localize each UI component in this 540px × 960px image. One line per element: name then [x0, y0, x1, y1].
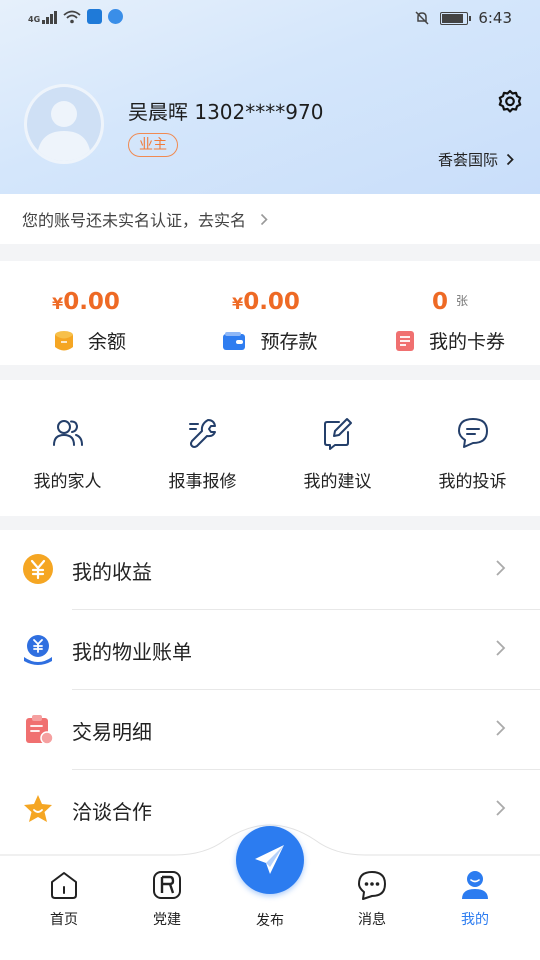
bill-icon [24, 635, 52, 665]
tab-label: 我的 [461, 912, 489, 928]
asset-label: 我的卡券 [428, 331, 505, 353]
avatar[interactable] [24, 84, 104, 164]
menu-item-label: 我的收益 [72, 560, 152, 584]
chevron-right-icon [260, 213, 268, 225]
asset-amount: 0.00 [63, 289, 120, 315]
quick-actions: 我的家人 报事报修 我的建议 我的投诉 [0, 380, 540, 516]
asset-prepaid[interactable]: ¥0.00 预存款 [180, 261, 360, 365]
send-icon [255, 845, 284, 874]
asset-coupons[interactable]: 0张 我的卡券 [360, 261, 540, 365]
asset-label: 余额 [87, 331, 126, 353]
asset-value: ¥0.00 [232, 289, 300, 315]
mute-bell-icon [415, 11, 429, 25]
status-bar: 4G 6:43 [0, 0, 540, 36]
asset-label-row: 我的卡券 [360, 327, 540, 354]
complaint-icon [457, 418, 488, 448]
home-icon [51, 872, 77, 899]
user-icon [462, 871, 488, 899]
signal-icon: 4G [28, 10, 57, 24]
asset-label: 预存款 [260, 331, 318, 353]
tab-messages[interactable]: 消息 [322, 855, 422, 960]
asset-balance[interactable]: ¥0.00 余额 [0, 261, 180, 365]
quick-action-complaint[interactable]: 我的投诉 [405, 380, 540, 516]
publish-label: 发布 [256, 913, 284, 929]
tab-mine[interactable]: 我的 [425, 855, 525, 960]
suggestion-icon [323, 418, 352, 450]
yen-icon [23, 554, 53, 584]
quick-action-repair[interactable]: 报事报修 [135, 380, 270, 516]
quick-action-family[interactable]: 我的家人 [0, 380, 135, 516]
tab-home[interactable]: 首页 [14, 855, 114, 960]
chevron-right-icon [496, 720, 506, 736]
coin-icon [54, 330, 73, 350]
status-right: 6:43 [414, 9, 512, 27]
menu-item-earnings[interactable]: 我的收益 [0, 530, 540, 610]
role-badge: 业主 [128, 133, 178, 157]
asset-value: ¥0.00 [52, 289, 120, 315]
asset-summary: ¥0.00 余额 ¥0.00 预存款 0张 我的卡券 [0, 261, 540, 365]
asset-unit: 张 [456, 294, 469, 308]
quick-action-label: 报事报修 [168, 472, 237, 492]
menu-item-property-bill[interactable]: 我的物业账单 [0, 610, 540, 690]
asset-amount: 0.00 [243, 289, 300, 315]
repair-icon [188, 419, 216, 448]
user-placeholder-icon [27, 87, 101, 161]
family-icon [52, 420, 83, 446]
community-name: 香荟国际 [437, 151, 498, 169]
wallet-icon [223, 331, 246, 350]
quick-action-label: 我的投诉 [438, 472, 507, 492]
tab-label: 党建 [153, 912, 181, 928]
app-notification-icon [86, 9, 102, 24]
status-left: 4G [28, 9, 123, 24]
tab-party[interactable]: 党建 [117, 855, 217, 960]
publish-button[interactable] [236, 826, 304, 894]
wifi-icon [63, 10, 81, 23]
quick-action-label: 我的建议 [303, 472, 372, 492]
browser-notification-icon [107, 9, 123, 24]
community-selector[interactable]: 香荟国际 [438, 149, 514, 170]
menu-item-transactions[interactable]: 交易明细 [0, 690, 540, 770]
menu-item-label: 我的物业账单 [72, 640, 192, 664]
menu-item-label: 交易明细 [72, 720, 152, 744]
chevron-right-icon [496, 560, 506, 576]
tab-label: 首页 [50, 912, 78, 928]
quick-action-suggestion[interactable]: 我的建议 [270, 380, 405, 516]
asset-label-row: 预存款 [180, 327, 360, 354]
verify-notice-text: 您的账号还未实名认证，去实名 [22, 211, 247, 230]
clipboard-icon [26, 715, 54, 745]
tab-label: 消息 [358, 912, 386, 928]
clock: 6:43 [478, 9, 512, 27]
party-icon [153, 871, 181, 899]
coupon-icon [395, 330, 414, 351]
chevron-right-icon [506, 153, 514, 166]
network-tag: 4G [28, 14, 41, 24]
chevron-right-icon [496, 640, 506, 656]
battery-icon [440, 11, 472, 25]
settings-gear-icon[interactable] [496, 88, 524, 116]
asset-amount: 0 [431, 289, 448, 315]
quick-action-label: 我的家人 [33, 472, 102, 492]
message-icon [358, 871, 386, 900]
real-name-verify-banner[interactable]: 您的账号还未实名认证，去实名 [0, 194, 540, 244]
asset-value: 0张 [360, 289, 540, 315]
user-name-phone: 吴晨晖 1302****970 [128, 100, 324, 124]
asset-label-row: 余额 [0, 327, 180, 354]
